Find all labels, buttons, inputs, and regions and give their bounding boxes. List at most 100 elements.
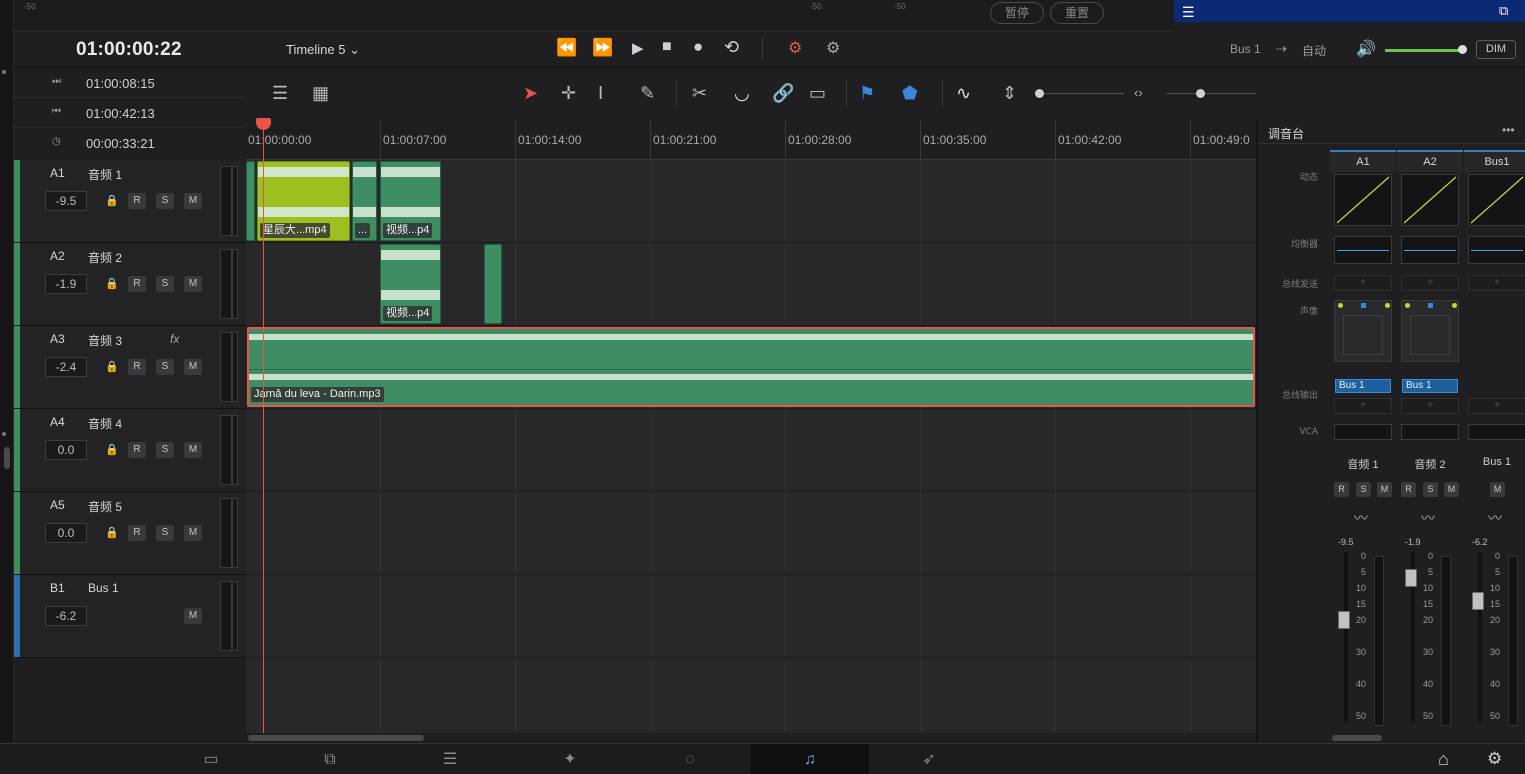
record-arm-button[interactable]: R	[1401, 482, 1416, 497]
edit-select-icon[interactable]: Ⅰ	[598, 83, 603, 103]
track-name[interactable]: 音频 5	[88, 498, 122, 515]
record-arm-button[interactable]: R	[1334, 482, 1349, 497]
track-volume-field[interactable]: 0.0	[45, 523, 87, 543]
channel-head-bus1[interactable]: Bus1	[1464, 150, 1525, 172]
add-bus-output[interactable]: +	[1334, 398, 1392, 414]
eq-curve-icon[interactable]: 〰	[1354, 508, 1368, 528]
eq-graph[interactable]	[1334, 236, 1392, 264]
track-name[interactable]: Bus 1	[88, 581, 119, 595]
bus-send-slot[interactable]: +	[1468, 275, 1525, 291]
timeline-lanes[interactable]: 星辰大...mp4 ... 视频...p4 视频...p4 Jarnă du l…	[246, 160, 1256, 743]
mute-button[interactable]: M	[184, 525, 202, 541]
bus-send-slot[interactable]: +	[1334, 275, 1392, 291]
transport-forward-button[interactable]: ⏩	[592, 38, 613, 58]
more-options-icon[interactable]: •••	[1502, 123, 1515, 137]
home-icon[interactable]: ⌂	[1438, 749, 1449, 770]
page-edit-icon[interactable]: ☰	[391, 744, 509, 774]
track-header-a1[interactable]: A1 音频 1 -9.5 🔒 R S M	[14, 160, 246, 243]
record-arm-button[interactable]: R	[128, 359, 146, 375]
audio-clip[interactable]: 视频...p4	[380, 244, 441, 324]
bus-output-selector[interactable]: Bus 1	[1402, 379, 1458, 393]
page-cut-icon[interactable]: ⧉	[271, 744, 389, 774]
range-select-icon[interactable]: ✛	[561, 83, 576, 103]
timeline-hscroll[interactable]	[246, 733, 1256, 743]
vca-slot[interactable]	[1401, 424, 1459, 440]
mute-button[interactable]: M	[1444, 482, 1459, 497]
transport-rewind-button[interactable]: ⏪	[556, 38, 577, 58]
play-button[interactable]: ▶	[632, 39, 644, 57]
selection-arrow-icon[interactable]: ➤	[523, 83, 538, 103]
lock-icon[interactable]: 🔒	[105, 277, 119, 290]
mute-button[interactable]: M	[184, 276, 202, 292]
track-volume-field[interactable]: -9.5	[45, 191, 87, 211]
fader-track[interactable]	[1478, 552, 1482, 722]
bus-send-slot[interactable]: +	[1401, 275, 1459, 291]
track-volume-field[interactable]: -2.4	[45, 357, 87, 377]
track-header-a5[interactable]: A5 音频 5 0.0 🔒 R S M	[14, 492, 246, 575]
track-volume-field[interactable]: 0.0	[45, 440, 87, 460]
record-arm-button[interactable]: R	[128, 525, 146, 541]
bus-output-selector[interactable]: Bus 1	[1335, 379, 1391, 393]
pan-control[interactable]	[1401, 300, 1459, 362]
stop-button[interactable]: ■	[662, 38, 672, 56]
page-fusion-icon[interactable]: ✦	[511, 744, 629, 774]
page-media-icon[interactable]: ▭	[152, 744, 270, 774]
track-name[interactable]: 音频 1	[88, 166, 122, 183]
fader-track[interactable]	[1344, 552, 1348, 722]
lock-icon[interactable]: 🔒	[105, 526, 119, 539]
track-lane-b1[interactable]	[246, 575, 1256, 658]
solo-button[interactable]: S	[1356, 482, 1371, 497]
eq-curve-icon[interactable]: 〰	[1421, 508, 1435, 528]
mute-button[interactable]: M	[184, 359, 202, 375]
automation-red-icon[interactable]: ⚙	[788, 38, 802, 58]
audio-clip-selected-long[interactable]: Jarnă du leva - Darin.mp3	[247, 327, 1255, 407]
track-header-a3[interactable]: A3 音频 3 fx -2.4 🔒 R S M	[14, 326, 246, 409]
waveform-zoom-icon[interactable]: ∿	[956, 83, 971, 103]
page-fairlight-icon[interactable]: ♫	[751, 744, 869, 774]
monitor-volume-slider[interactable]	[1385, 49, 1461, 52]
vertical-zoom-knob[interactable]	[1035, 89, 1044, 98]
record-arm-button[interactable]: R	[128, 442, 146, 458]
channel-head-a2[interactable]: A2	[1397, 150, 1463, 172]
track-volume-field[interactable]: -1.9	[45, 274, 87, 294]
solo-button[interactable]: S	[1423, 482, 1438, 497]
track-header-b1[interactable]: B1 Bus 1 -6.2 M	[14, 575, 246, 658]
mixer-scroll-thumb[interactable]	[1332, 735, 1382, 741]
mute-button[interactable]: M	[184, 442, 202, 458]
vca-slot[interactable]	[1334, 424, 1392, 440]
track-list-icon[interactable]: ☰	[272, 83, 288, 103]
eq-graph[interactable]	[1401, 236, 1459, 264]
solo-button[interactable]: S	[156, 442, 174, 458]
grid-icon[interactable]: ▦	[312, 83, 329, 103]
record-arm-button[interactable]: R	[128, 193, 146, 209]
dynamics-graph[interactable]	[1468, 174, 1525, 226]
record-button[interactable]: ●	[693, 37, 703, 57]
solo-button[interactable]: S	[156, 359, 174, 375]
fx-icon[interactable]: fx	[170, 332, 179, 346]
vertical-zoom-slider[interactable]	[1036, 93, 1124, 94]
mute-button[interactable]: M	[184, 193, 202, 209]
loop-button[interactable]: ⟲	[724, 37, 739, 58]
mute-button[interactable]: M	[184, 608, 202, 624]
timeline-selector[interactable]: Timeline 5 ⌄	[286, 42, 360, 58]
record-arm-button[interactable]: R	[128, 276, 146, 292]
audio-clip[interactable]	[484, 244, 502, 324]
track-header-a2[interactable]: A2 音频 2 -1.9 🔒 R S M	[14, 243, 246, 326]
eq-curve-icon[interactable]: 〰	[1488, 508, 1502, 528]
horizontal-zoom-icon[interactable]: ‹›	[1134, 83, 1143, 103]
dynamics-graph[interactable]	[1401, 174, 1459, 226]
sliders-icon[interactable]: ☰	[1182, 4, 1195, 21]
link-icon[interactable]: 🔗	[772, 83, 794, 103]
mute-button[interactable]: M	[1377, 482, 1392, 497]
lock-icon[interactable]: 🔒	[105, 443, 119, 456]
blade-scissors-icon[interactable]: ✂	[692, 83, 707, 103]
speaker-icon[interactable]: 🔊	[1356, 39, 1376, 59]
page-color-icon[interactable]: ◌	[631, 744, 749, 774]
solo-button[interactable]: S	[156, 525, 174, 541]
settings-gear-icon[interactable]: ⚙	[1487, 749, 1502, 769]
solo-button[interactable]: S	[156, 193, 174, 209]
horizontal-zoom-knob[interactable]	[1196, 89, 1205, 98]
window-icon[interactable]: ⧉	[1499, 3, 1508, 19]
track-name[interactable]: 音频 4	[88, 415, 122, 432]
monitor-volume-knob[interactable]	[1458, 45, 1467, 54]
